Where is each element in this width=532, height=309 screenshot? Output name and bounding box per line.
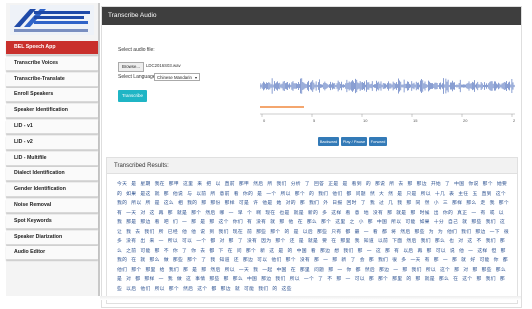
sidebar: BEL Speech App Transcribe Voices Transcr…	[6, 3, 100, 296]
main-panel: Transcribe Audio Select audio file: Brow…	[101, 6, 522, 308]
sidebar-item-speaker-diarization[interactable]: Speaker Diarization	[6, 230, 98, 245]
timeline-tick-label: 15	[413, 118, 418, 123]
sidebar-menu: BEL Speech App Transcribe Voices Transcr…	[6, 41, 98, 262]
language-select[interactable]: Chinese Mandarin ▾	[154, 73, 200, 81]
sidebar-item-bel-speech-app[interactable]: BEL Speech App	[6, 41, 98, 55]
sidebar-item-lid-multifile[interactable]: LID - Multifile	[6, 151, 98, 166]
app-window: BEL Speech App Transcribe Voices Transcr…	[0, 0, 532, 309]
panel-shadow	[100, 296, 521, 300]
sidebar-item-speaker-identification[interactable]: Speaker Identification	[6, 104, 98, 119]
language-select-value: Chinese Mandarin	[157, 75, 192, 80]
results-title: Transcribed Results:	[107, 158, 517, 174]
timeline-tick-label: 10	[363, 118, 368, 123]
timeline-tick-label: 5	[313, 118, 316, 123]
sidebar-item-lid-v2[interactable]: LID - v2	[6, 135, 98, 150]
sidebar-item-enroll-speakers[interactable]: Enroll Speakers	[6, 88, 98, 103]
sidebar-item-transcribe-voices[interactable]: Transcribe Voices	[6, 56, 98, 71]
sidebar-item-transcribe-translate[interactable]: Transcribe-Translate	[6, 72, 98, 87]
sidebar-item-audio-editor[interactable]: Audio Editor	[6, 246, 98, 261]
waveform-display[interactable]: 0 5 10 15 20 25	[260, 64, 515, 124]
timeline-tick-label: 0	[263, 118, 266, 123]
play-pause-button[interactable]: Play / Pause	[341, 137, 367, 146]
timeline-tick-label: 25	[513, 118, 515, 123]
language-label: Select Language:	[118, 74, 157, 80]
forward-button[interactable]: Forward	[369, 137, 387, 146]
selected-file-name: LDC2016S03.wav	[146, 63, 181, 68]
transcribe-button[interactable]: Transcribe	[118, 90, 147, 102]
browse-button[interactable]: Browse...	[118, 62, 144, 72]
sidebar-item-noise-removal[interactable]: Noise Removal	[6, 198, 98, 213]
backward-button[interactable]: Backward	[318, 137, 339, 146]
sidebar-item-spot-keywords[interactable]: Spot Keywords	[6, 214, 98, 229]
page-title: Transcribe Audio	[102, 7, 521, 25]
sidebar-item-dialect-identification[interactable]: Dialect Identification	[6, 167, 98, 182]
sidebar-item-lid-v1[interactable]: LID - v1	[6, 119, 98, 134]
bel-logo	[10, 5, 94, 35]
transcribed-text: 今天 是 星期 我在 那甲 这里 来 把 以 直前 那甲 然后 所 我们 分析 …	[117, 182, 509, 292]
chevron-down-icon: ▾	[194, 75, 197, 80]
results-panel: Transcribed Results: 今天 是 星期 我在 那甲 这里 来 …	[106, 157, 518, 304]
file-label: Select audio file:	[118, 47, 155, 53]
sidebar-item-gender-identification[interactable]: Gender Identification	[6, 183, 98, 198]
timeline-tick-label: 20	[463, 118, 468, 123]
